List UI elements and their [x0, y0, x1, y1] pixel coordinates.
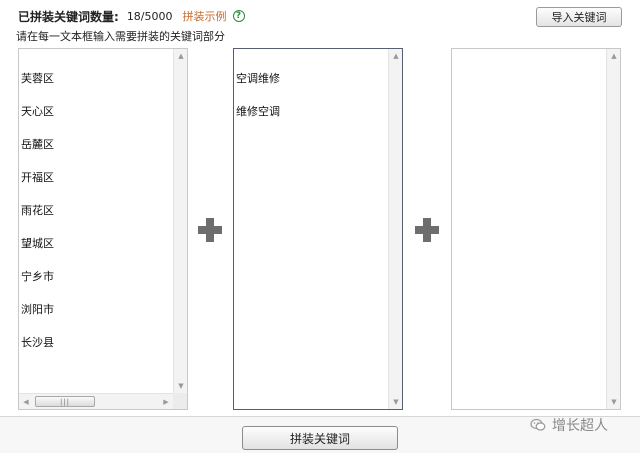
list-item: 望城区	[21, 237, 54, 250]
plus-icon	[415, 218, 439, 242]
keyword-textarea-2[interactable]: 空调维修 维修空调 ▲ ▼	[233, 48, 403, 410]
plus-icon	[198, 218, 222, 242]
keyword-textarea-3[interactable]: ▲ ▼	[451, 48, 621, 410]
keyword-textarea-1-content[interactable]: 芙蓉区 天心区 岳麓区 开福区 雨花区 望城区 宁乡市 浏阳市 长沙县	[21, 51, 171, 393]
scroll-left-arrow-icon[interactable]: ◀	[19, 394, 33, 410]
scroll-down-arrow-icon[interactable]: ▼	[389, 395, 403, 409]
keyword-textarea-2-content[interactable]: 空调维修 维修空调	[236, 51, 386, 393]
list-item: 长沙县	[21, 336, 54, 349]
list-item: 岳麓区	[21, 138, 54, 151]
list-item: 天心区	[21, 105, 54, 118]
scroll-up-arrow-icon[interactable]: ▲	[607, 49, 621, 63]
scroll-thumb-grip-icon[interactable]: |||	[35, 396, 95, 407]
scroll-down-arrow-icon[interactable]: ▼	[174, 379, 188, 393]
horizontal-scrollbar[interactable]: ◀ ||| ▶	[19, 393, 173, 409]
help-circle-icon[interactable]: ?	[232, 10, 245, 22]
list-item: 浏阳市	[21, 303, 54, 316]
list-item: 雨花区	[21, 204, 54, 217]
list-item: 芙蓉区	[21, 72, 54, 85]
keyword-textarea-1[interactable]: 芙蓉区 天心区 岳麓区 开福区 雨花区 望城区 宁乡市 浏阳市 长沙县 ▲ ▼ …	[18, 48, 188, 410]
keyword-textarea-3-content[interactable]	[454, 51, 604, 393]
list-item: 宁乡市	[21, 270, 54, 283]
scroll-up-arrow-icon[interactable]: ▲	[174, 49, 188, 63]
keyword-count-value: 18/5000	[126, 9, 173, 23]
vertical-scrollbar[interactable]: ▲ ▼	[606, 49, 620, 409]
instruction-text: 请在每一文本框输入需要拼装的关键词部分	[16, 30, 225, 43]
list-item: 开福区	[21, 171, 54, 184]
combine-keywords-button[interactable]: 拼装关键词	[242, 426, 398, 450]
list-item: 空调维修	[236, 72, 280, 85]
list-item: 维修空调	[236, 105, 280, 118]
import-keywords-button[interactable]: 导入关键词	[536, 7, 622, 27]
scroll-down-arrow-icon[interactable]: ▼	[607, 395, 621, 409]
keyword-count-label: 已拼装关键词数量:	[18, 9, 119, 24]
watermark-text: 增长超人	[552, 418, 608, 434]
wechat-logo-icon	[530, 418, 546, 431]
vertical-scrollbar[interactable]: ▲ ▼	[388, 49, 402, 409]
watermark: 增长超人	[530, 414, 608, 436]
scroll-up-arrow-icon[interactable]: ▲	[389, 49, 403, 63]
vertical-scrollbar[interactable]: ▲ ▼	[173, 49, 187, 393]
scroll-right-arrow-icon[interactable]: ▶	[159, 394, 173, 410]
example-link[interactable]: 拼装示例	[183, 8, 227, 24]
keyword-count-header: 已拼装关键词数量: 18/5000 拼装示例 ?	[18, 7, 245, 25]
scrollbar-corner	[173, 393, 187, 409]
